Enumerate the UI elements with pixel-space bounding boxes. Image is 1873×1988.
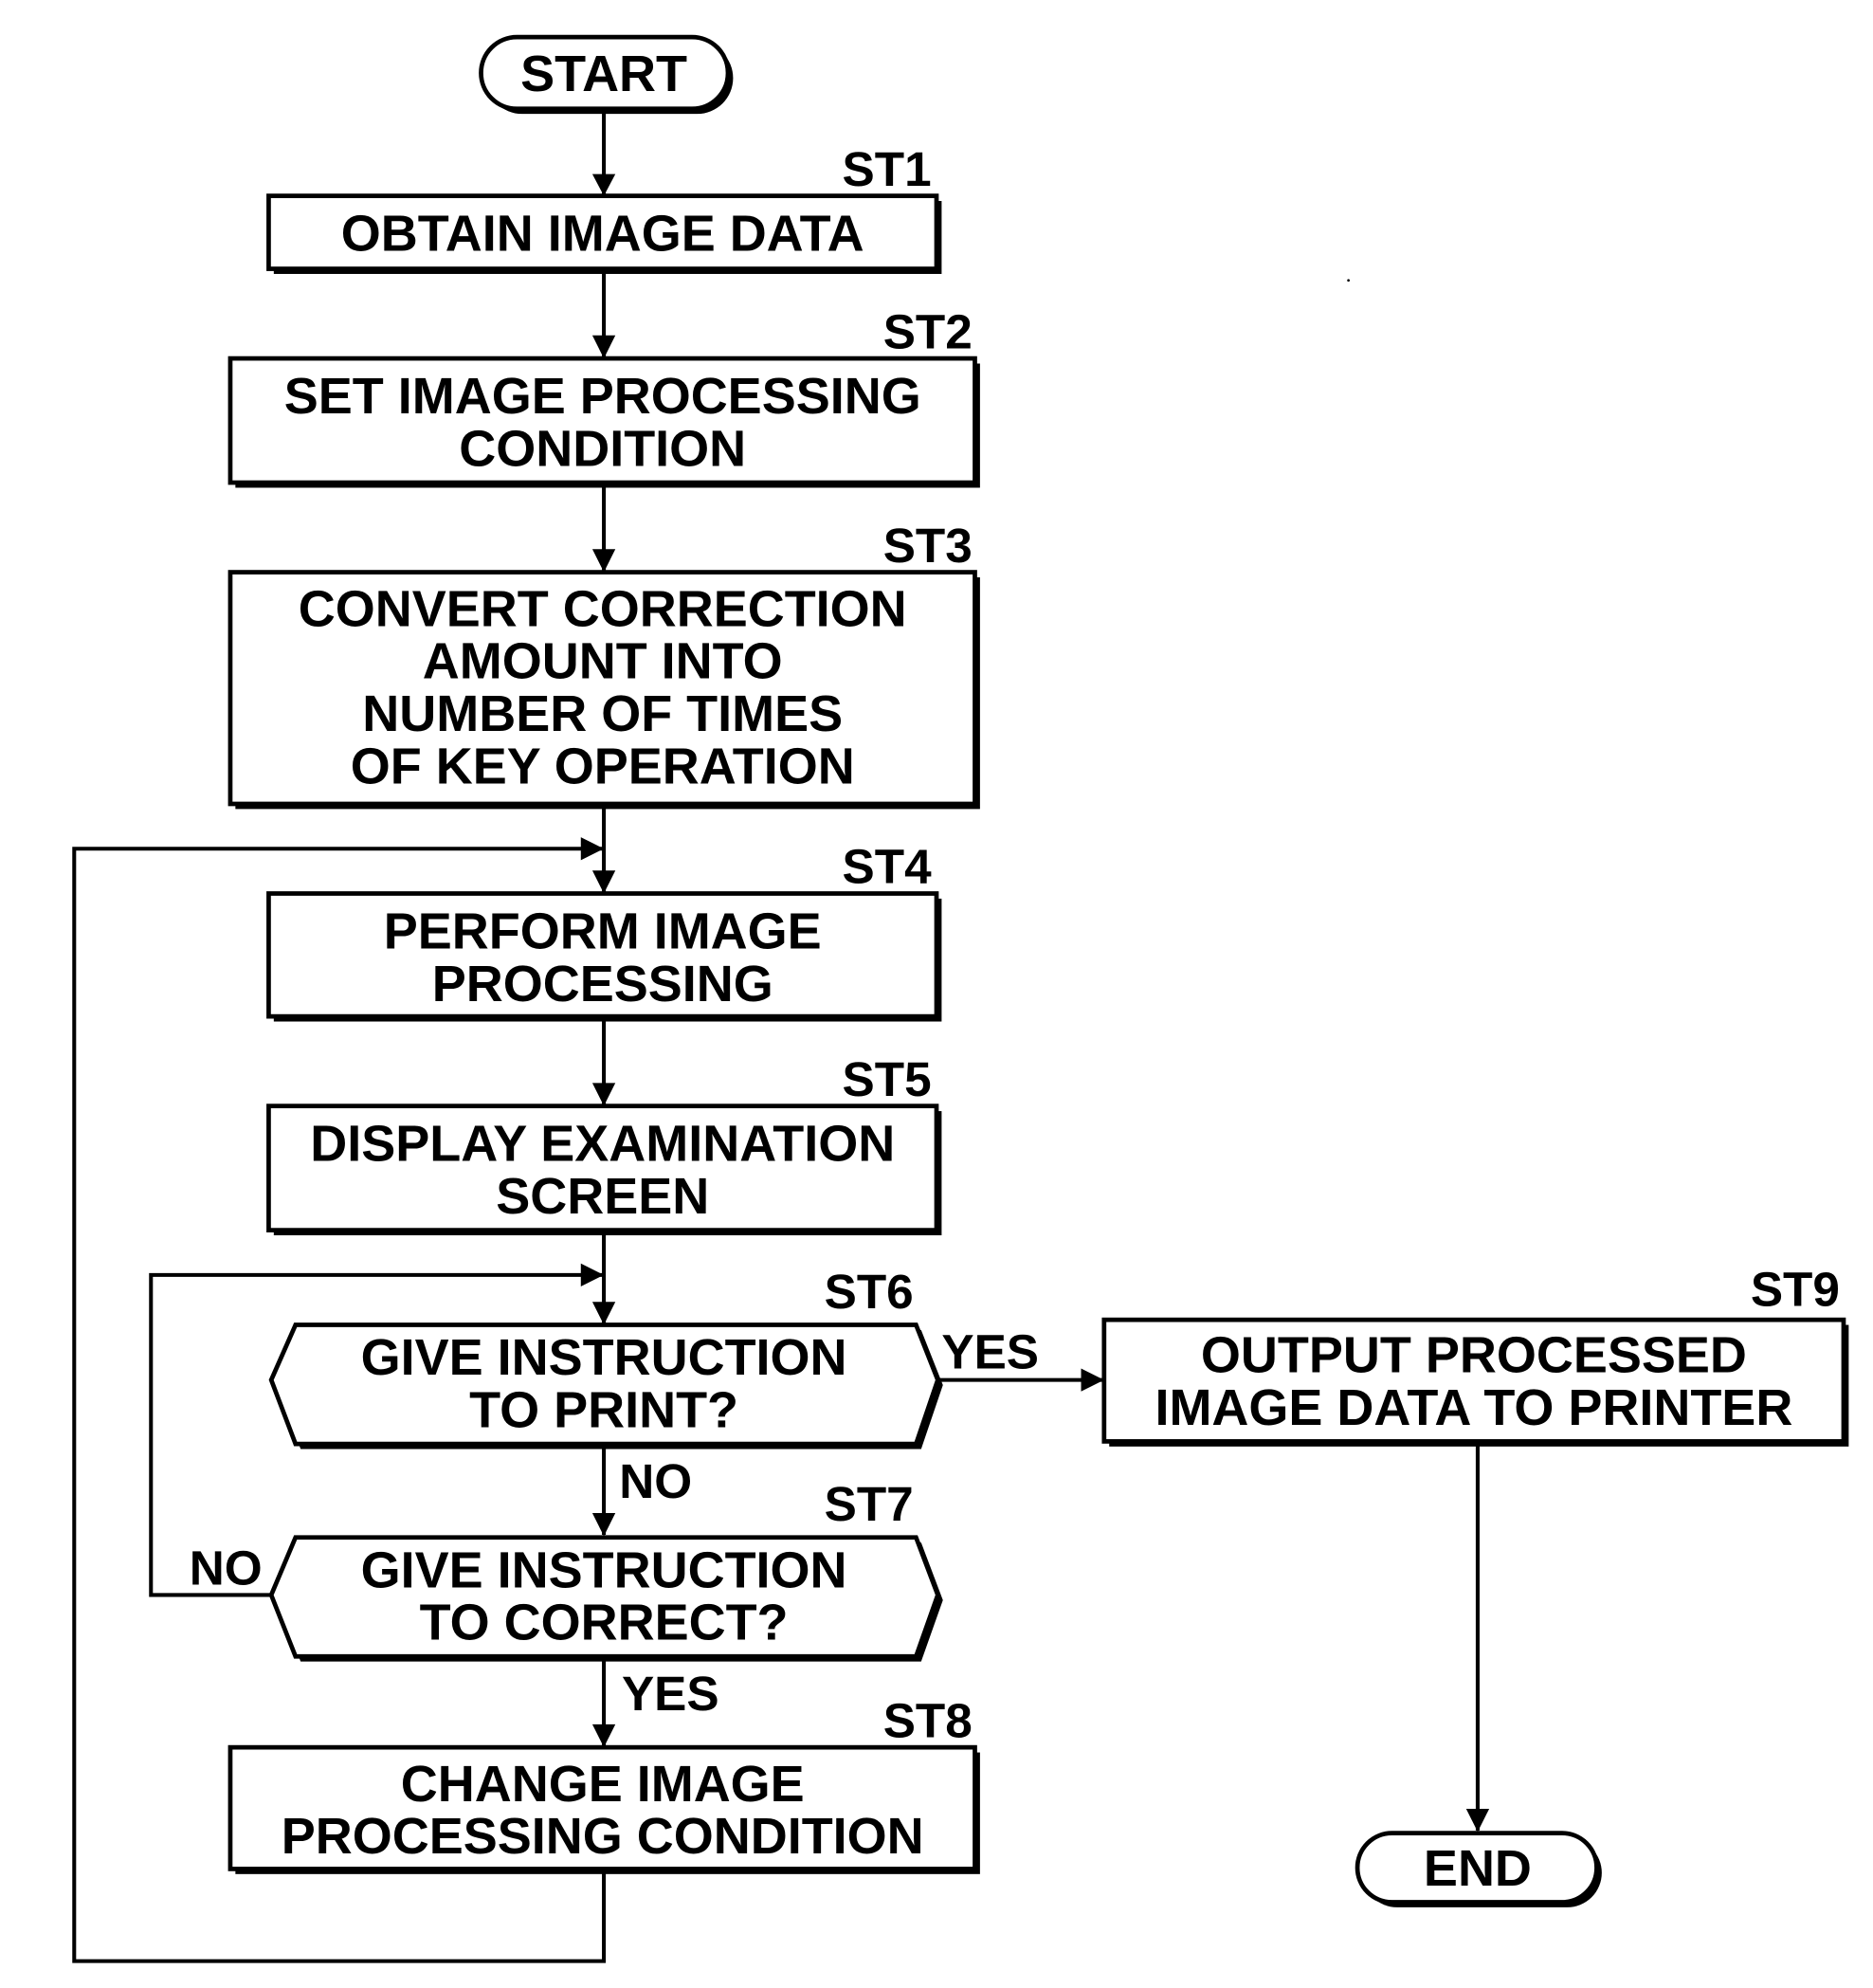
- step-id-label: ST8: [883, 1693, 973, 1747]
- step-text: DISPLAY EXAMINATION: [310, 1116, 895, 1173]
- step-text: CONDITION: [459, 420, 746, 477]
- no-branch-label: NO: [619, 1454, 692, 1508]
- start-label: START: [520, 46, 687, 102]
- decision-text: GIVE INSTRUCTION: [361, 1541, 847, 1598]
- arrowhead-icon: [591, 870, 616, 894]
- yes-branch-label: YES: [622, 1667, 719, 1721]
- step-text: NUMBER OF TIMES: [362, 685, 843, 742]
- arrowhead-icon: [580, 1263, 605, 1287]
- decision-text: GIVE INSTRUCTION: [361, 1329, 847, 1386]
- scan-speck: [1347, 279, 1350, 283]
- arrowhead-icon: [1081, 1368, 1104, 1392]
- step-text: AMOUNT INTO: [423, 633, 783, 690]
- step-text: CHANGE IMAGE: [401, 1756, 805, 1813]
- step-id-label: ST7: [825, 1477, 914, 1531]
- no-branch-label: NO: [190, 1541, 263, 1596]
- step-st9: ST9 OUTPUT PROCESSED IMAGE DATA TO PRINT…: [1101, 1262, 1849, 1447]
- arrowhead-icon: [1465, 1808, 1490, 1833]
- arrowhead-icon: [591, 549, 616, 573]
- arrowhead-icon: [580, 837, 605, 861]
- end-label: END: [1424, 1840, 1532, 1897]
- step-text: OBTAIN IMAGE DATA: [341, 206, 864, 263]
- arrowhead-icon: [591, 1083, 616, 1106]
- step-text: PERFORM IMAGE: [384, 903, 822, 960]
- step-id-label: ST3: [883, 519, 973, 573]
- decision-st7: ST7 GIVE INSTRUCTION TO CORRECT? NO YES: [190, 1477, 943, 1721]
- step-id-label: ST4: [843, 840, 933, 894]
- step-text: OUTPUT PROCESSED: [1201, 1327, 1747, 1384]
- step-text: OF KEY OPERATION: [351, 738, 855, 794]
- arrowhead-icon: [591, 335, 616, 359]
- step-text: SCREEN: [496, 1168, 709, 1225]
- arrowhead-icon: [591, 1724, 616, 1748]
- step-id-label: ST6: [825, 1265, 914, 1319]
- end-terminal: END: [1355, 1831, 1602, 1907]
- yes-branch-label: YES: [941, 1324, 1039, 1378]
- decision-st6: ST6 GIVE INSTRUCTION TO PRINT? YES NO: [268, 1265, 1039, 1508]
- flowchart: START ST1 OBTAIN IMAGE DATA ST2 SET IMAG…: [72, 34, 1849, 1963]
- arrowhead-icon: [591, 1513, 616, 1537]
- start-terminal: START: [479, 34, 734, 115]
- step-text: SET IMAGE PROCESSING: [284, 368, 921, 425]
- arrowhead-icon: [591, 1302, 616, 1325]
- step-text: CONVERT CORRECTION: [299, 580, 907, 637]
- arrowhead-icon: [591, 173, 616, 196]
- step-id-label: ST1: [843, 142, 932, 196]
- step-id-label: ST9: [1751, 1262, 1840, 1316]
- step-text: PROCESSING CONDITION: [282, 1808, 924, 1865]
- step-id-label: ST5: [843, 1052, 932, 1106]
- decision-text: TO PRINT?: [469, 1382, 738, 1439]
- step-text: IMAGE DATA TO PRINTER: [1155, 1379, 1792, 1436]
- decision-text: TO CORRECT?: [420, 1595, 789, 1651]
- step-id-label: ST2: [883, 304, 973, 358]
- step-text: PROCESSING: [432, 956, 773, 1012]
